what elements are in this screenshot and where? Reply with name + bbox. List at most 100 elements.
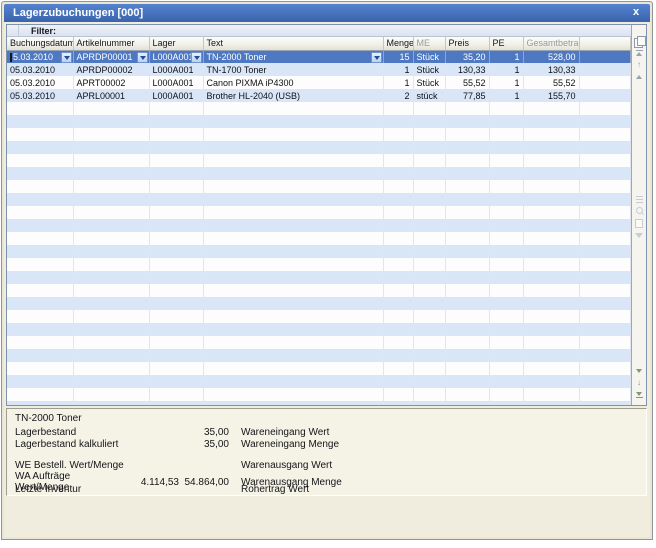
cell-text[interactable]: Brother HL-2040 (USB) — [203, 89, 383, 102]
cell-me[interactable] — [413, 232, 445, 245]
cell-pe[interactable]: 1 — [489, 89, 523, 102]
cell-me[interactable] — [413, 206, 445, 219]
cell-preis[interactable] — [445, 154, 489, 167]
row-height-icon[interactable] — [634, 194, 645, 204]
cell-artikelnummer[interactable]: APRDP00001 — [73, 50, 149, 63]
cell-pe[interactable] — [489, 310, 523, 323]
cell-filler[interactable] — [579, 258, 631, 271]
cell-artikelnummer[interactable] — [73, 219, 149, 232]
cell-buchungsdatum[interactable] — [7, 141, 73, 154]
cell-text[interactable] — [203, 375, 383, 388]
cell-filler[interactable] — [579, 128, 631, 141]
cell-pe[interactable] — [489, 388, 523, 401]
cell-text[interactable] — [203, 167, 383, 180]
cell-lager[interactable]: L000A001 — [149, 89, 203, 102]
cell-pe[interactable] — [489, 180, 523, 193]
cell-menge[interactable] — [383, 232, 413, 245]
cell-pe[interactable] — [489, 258, 523, 271]
cell-preis[interactable] — [445, 362, 489, 375]
scroll-to-top-icon[interactable] — [634, 48, 645, 58]
cell-menge[interactable] — [383, 271, 413, 284]
cell-filler[interactable] — [579, 310, 631, 323]
cell-lager[interactable]: L000A001 — [149, 63, 203, 76]
cell-artikelnummer[interactable] — [73, 206, 149, 219]
cell-filler[interactable] — [579, 401, 631, 405]
cell-buchungsdatum[interactable] — [7, 375, 73, 388]
cell-me[interactable] — [413, 115, 445, 128]
cell-preis[interactable]: 35,20 — [445, 50, 489, 63]
cell-menge[interactable] — [383, 102, 413, 115]
cell-me[interactable] — [413, 141, 445, 154]
cell-preis[interactable]: 55,52 — [445, 76, 489, 89]
cell-preis[interactable] — [445, 167, 489, 180]
cell-me[interactable] — [413, 297, 445, 310]
cell-artikelnummer[interactable] — [73, 154, 149, 167]
cell-buchungsdatum[interactable] — [7, 284, 73, 297]
cell-buchungsdatum[interactable] — [7, 232, 73, 245]
cell-artikelnummer[interactable] — [73, 271, 149, 284]
cell-gesamtbetrag[interactable] — [523, 271, 579, 284]
cell-lager[interactable] — [149, 102, 203, 115]
scroll-to-bottom-icon[interactable] — [634, 390, 645, 400]
cell-gesamtbetrag[interactable] — [523, 167, 579, 180]
cell-preis[interactable] — [445, 271, 489, 284]
cell-gesamtbetrag[interactable] — [523, 388, 579, 401]
cell-pe[interactable] — [489, 115, 523, 128]
cell-menge[interactable]: 15 — [383, 50, 413, 63]
cell-lager[interactable] — [149, 115, 203, 128]
cell-gesamtbetrag[interactable] — [523, 297, 579, 310]
cell-pe[interactable] — [489, 284, 523, 297]
cell-buchungsdatum[interactable] — [7, 219, 73, 232]
cell-gesamtbetrag[interactable] — [523, 115, 579, 128]
page-up-icon[interactable] — [634, 72, 645, 82]
cell-lager[interactable] — [149, 258, 203, 271]
cell-me[interactable] — [413, 128, 445, 141]
cell-artikelnummer[interactable] — [73, 362, 149, 375]
cell-text[interactable] — [203, 154, 383, 167]
cell-filler[interactable] — [579, 323, 631, 336]
cell-lager[interactable] — [149, 362, 203, 375]
filter-icon[interactable] — [634, 230, 645, 240]
cell-pe[interactable] — [489, 323, 523, 336]
cell-menge[interactable] — [383, 323, 413, 336]
cell-me[interactable] — [413, 102, 445, 115]
cell-artikelnummer[interactable] — [73, 180, 149, 193]
cell-menge[interactable] — [383, 297, 413, 310]
cell-filler[interactable] — [579, 245, 631, 258]
cell-gesamtbetrag[interactable] — [523, 206, 579, 219]
cell-gesamtbetrag[interactable] — [523, 349, 579, 362]
cell-preis[interactable] — [445, 115, 489, 128]
cell-text[interactable] — [203, 245, 383, 258]
cell-gesamtbetrag[interactable] — [523, 310, 579, 323]
cell-artikelnummer[interactable] — [73, 193, 149, 206]
cell-menge[interactable] — [383, 362, 413, 375]
cell-pe[interactable] — [489, 375, 523, 388]
cell-text[interactable] — [203, 323, 383, 336]
cell-gesamtbetrag[interactable]: 155,70 — [523, 89, 579, 102]
cell-menge[interactable] — [383, 219, 413, 232]
cell-buchungsdatum[interactable] — [7, 245, 73, 258]
cell-buchungsdatum[interactable] — [7, 297, 73, 310]
close-icon[interactable]: x — [629, 4, 643, 22]
cell-gesamtbetrag[interactable] — [523, 102, 579, 115]
cell-menge[interactable] — [383, 349, 413, 362]
cell-buchungsdatum[interactable] — [7, 206, 73, 219]
cell-filler[interactable] — [579, 284, 631, 297]
cell-menge[interactable]: 2 — [383, 89, 413, 102]
cell-lager[interactable] — [149, 388, 203, 401]
cell-lager[interactable] — [149, 141, 203, 154]
cell-filler[interactable] — [579, 154, 631, 167]
cell-lager[interactable] — [149, 193, 203, 206]
cell-pe[interactable]: 1 — [489, 63, 523, 76]
cell-filler[interactable] — [579, 297, 631, 310]
cell-buchungsdatum[interactable]: 5.03.2010 — [7, 50, 73, 63]
search-icon[interactable] — [634, 206, 645, 216]
cell-menge[interactable] — [383, 245, 413, 258]
cell-me[interactable]: Stück — [413, 50, 445, 63]
cell-lager[interactable] — [149, 245, 203, 258]
cell-artikelnummer[interactable]: APRT00002 — [73, 76, 149, 89]
cell-menge[interactable] — [383, 128, 413, 141]
card-view-icon[interactable] — [634, 218, 645, 228]
cell-pe[interactable] — [489, 102, 523, 115]
cell-filler[interactable] — [579, 167, 631, 180]
